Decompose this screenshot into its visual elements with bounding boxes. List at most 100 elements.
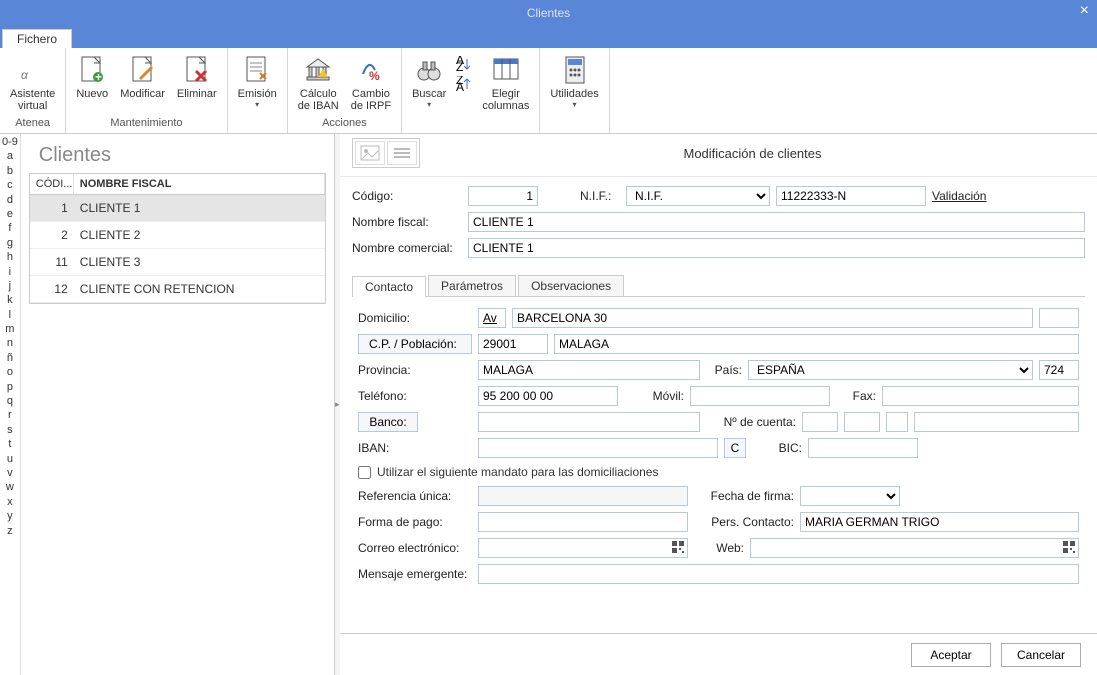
alpha-x[interactable]: x [7,496,13,510]
cell-codigo: 1 [30,195,74,221]
alpha-0-9[interactable]: 0-9 [2,136,18,150]
cuenta-4-input[interactable] [914,412,1079,432]
pais-select[interactable]: ESPAÑA [748,360,1033,380]
cuenta-1-input[interactable] [802,412,838,432]
alpha-c[interactable]: c [7,179,13,193]
cp-input[interactable] [478,334,548,354]
label-bic: BIC: [752,441,802,455]
cp-poblacion-button[interactable]: C.P. / Población: [358,334,472,354]
view-mode-toggle[interactable] [352,138,420,168]
cuenta-3-input[interactable] [886,412,908,432]
close-icon[interactable]: × [1080,2,1089,20]
tab-observaciones[interactable]: Observaciones [518,275,624,296]
assistant-button[interactable]: α Asistente virtual [4,52,61,114]
alpha-g[interactable]: g [7,237,13,251]
alpha-b[interactable]: b [7,165,13,179]
chevron-down-icon: ▾ [255,100,259,109]
col-nombre[interactable]: NOMBRE FISCAL [74,174,325,194]
emision-button[interactable]: Emisión ▾ [232,52,283,111]
modificar-button[interactable]: Modificar [114,52,171,102]
qr-icon[interactable] [1063,541,1075,553]
table-row[interactable]: 2CLIENTE 2 [30,222,325,249]
alpha-w[interactable]: w [6,481,14,495]
tab-contacto[interactable]: Contacto [352,276,426,297]
alpha-r[interactable]: r [8,409,12,423]
nombre-fiscal-input[interactable] [468,212,1085,232]
cancelar-button[interactable]: Cancelar [1001,643,1081,667]
domicilio-tipo-input[interactable] [478,308,506,328]
alpha-ñ[interactable]: ñ [7,352,13,366]
fecha-firma-select[interactable] [800,486,900,506]
detail-subtabs: Contacto Parámetros Observaciones [352,275,1085,297]
alpha-m[interactable]: m [5,323,14,337]
qr-icon[interactable] [672,541,684,553]
nuevo-button[interactable]: + Nuevo [70,52,114,102]
alpha-k[interactable]: k [7,294,13,308]
alpha-i[interactable]: i [9,266,11,280]
nif-type-select[interactable]: N.I.F. [626,186,770,206]
sort-asc-button[interactable]: AZ [454,54,474,74]
cambio-irpf-button[interactable]: % Cambio de IRPF [345,52,397,114]
codigo-input[interactable] [468,186,538,206]
correo-input[interactable] [478,538,688,558]
web-input[interactable] [750,538,1079,558]
tab-fichero[interactable]: Fichero [2,29,72,48]
label-codigo: Código: [352,189,462,203]
pers-contacto-input[interactable] [800,512,1079,532]
alpha-z[interactable]: z [7,525,13,539]
sort-desc-button[interactable]: ZA [454,74,474,94]
alpha-f[interactable]: f [8,222,11,236]
telefono-input[interactable] [478,386,618,406]
group-label-mant: Mantenimiento [66,117,226,133]
bic-input[interactable] [808,438,918,458]
nombre-comercial-input[interactable] [468,238,1085,258]
alpha-o[interactable]: o [7,366,13,380]
alpha-e[interactable]: e [7,208,13,222]
alpha-s[interactable]: s [7,424,13,438]
domicilio-num-input[interactable] [1039,308,1079,328]
mensaje-input[interactable] [478,564,1079,584]
tab-parametros[interactable]: Parámetros [428,275,516,296]
pais-code-input[interactable] [1039,360,1079,380]
alpha-p[interactable]: p [7,381,13,395]
alpha-d[interactable]: d [7,194,13,208]
buscar-button[interactable]: Buscar ▾ [406,52,452,111]
table-row[interactable]: 11CLIENTE 3 [30,249,325,276]
poblacion-input[interactable] [554,334,1079,354]
table-row[interactable]: 12CLIENTE CON RETENCION [30,276,325,303]
alpha-y[interactable]: y [7,510,13,524]
alpha-v[interactable]: v [7,467,13,481]
movil-input[interactable] [690,386,830,406]
svg-text:Z: Z [456,60,463,72]
banco-input[interactable] [478,412,700,432]
cell-codigo: 11 [30,249,74,275]
table-row[interactable]: 1CLIENTE 1 [30,195,325,222]
label-nif: N.I.F.: [580,189,620,203]
alpha-n[interactable]: n [7,337,13,351]
banco-button[interactable]: Banco: [358,412,418,432]
eliminar-button[interactable]: Eliminar [171,52,223,102]
utilidades-button[interactable]: Utilidades ▾ [544,52,604,111]
nif-input[interactable] [776,186,926,206]
aceptar-button[interactable]: Aceptar [911,643,991,667]
alpha-u[interactable]: u [7,453,13,467]
domicilio-input[interactable] [512,308,1033,328]
forma-pago-input[interactable] [478,512,688,532]
alpha-h[interactable]: h [7,251,13,265]
validacion-link[interactable]: Validación [932,189,986,203]
cell-nombre: CLIENTE 1 [74,195,325,221]
calculo-iban-button[interactable]: Cálculo de IBAN [292,52,345,114]
mandato-checkbox[interactable] [358,466,371,479]
cuenta-2-input[interactable] [844,412,880,432]
alpha-a[interactable]: a [7,150,13,164]
iban-calc-button[interactable]: C [724,438,746,458]
alpha-q[interactable]: q [7,395,13,409]
col-codigo[interactable]: CÓDI... [30,174,74,194]
fax-input[interactable] [882,386,1079,406]
alpha-t[interactable]: t [8,438,11,452]
elegir-columnas-button[interactable]: Elegir columnas [476,52,535,114]
provincia-input[interactable] [478,360,700,380]
iban-input[interactable] [478,438,718,458]
alpha-l[interactable]: l [9,309,11,323]
alpha-j[interactable]: j [9,280,11,294]
